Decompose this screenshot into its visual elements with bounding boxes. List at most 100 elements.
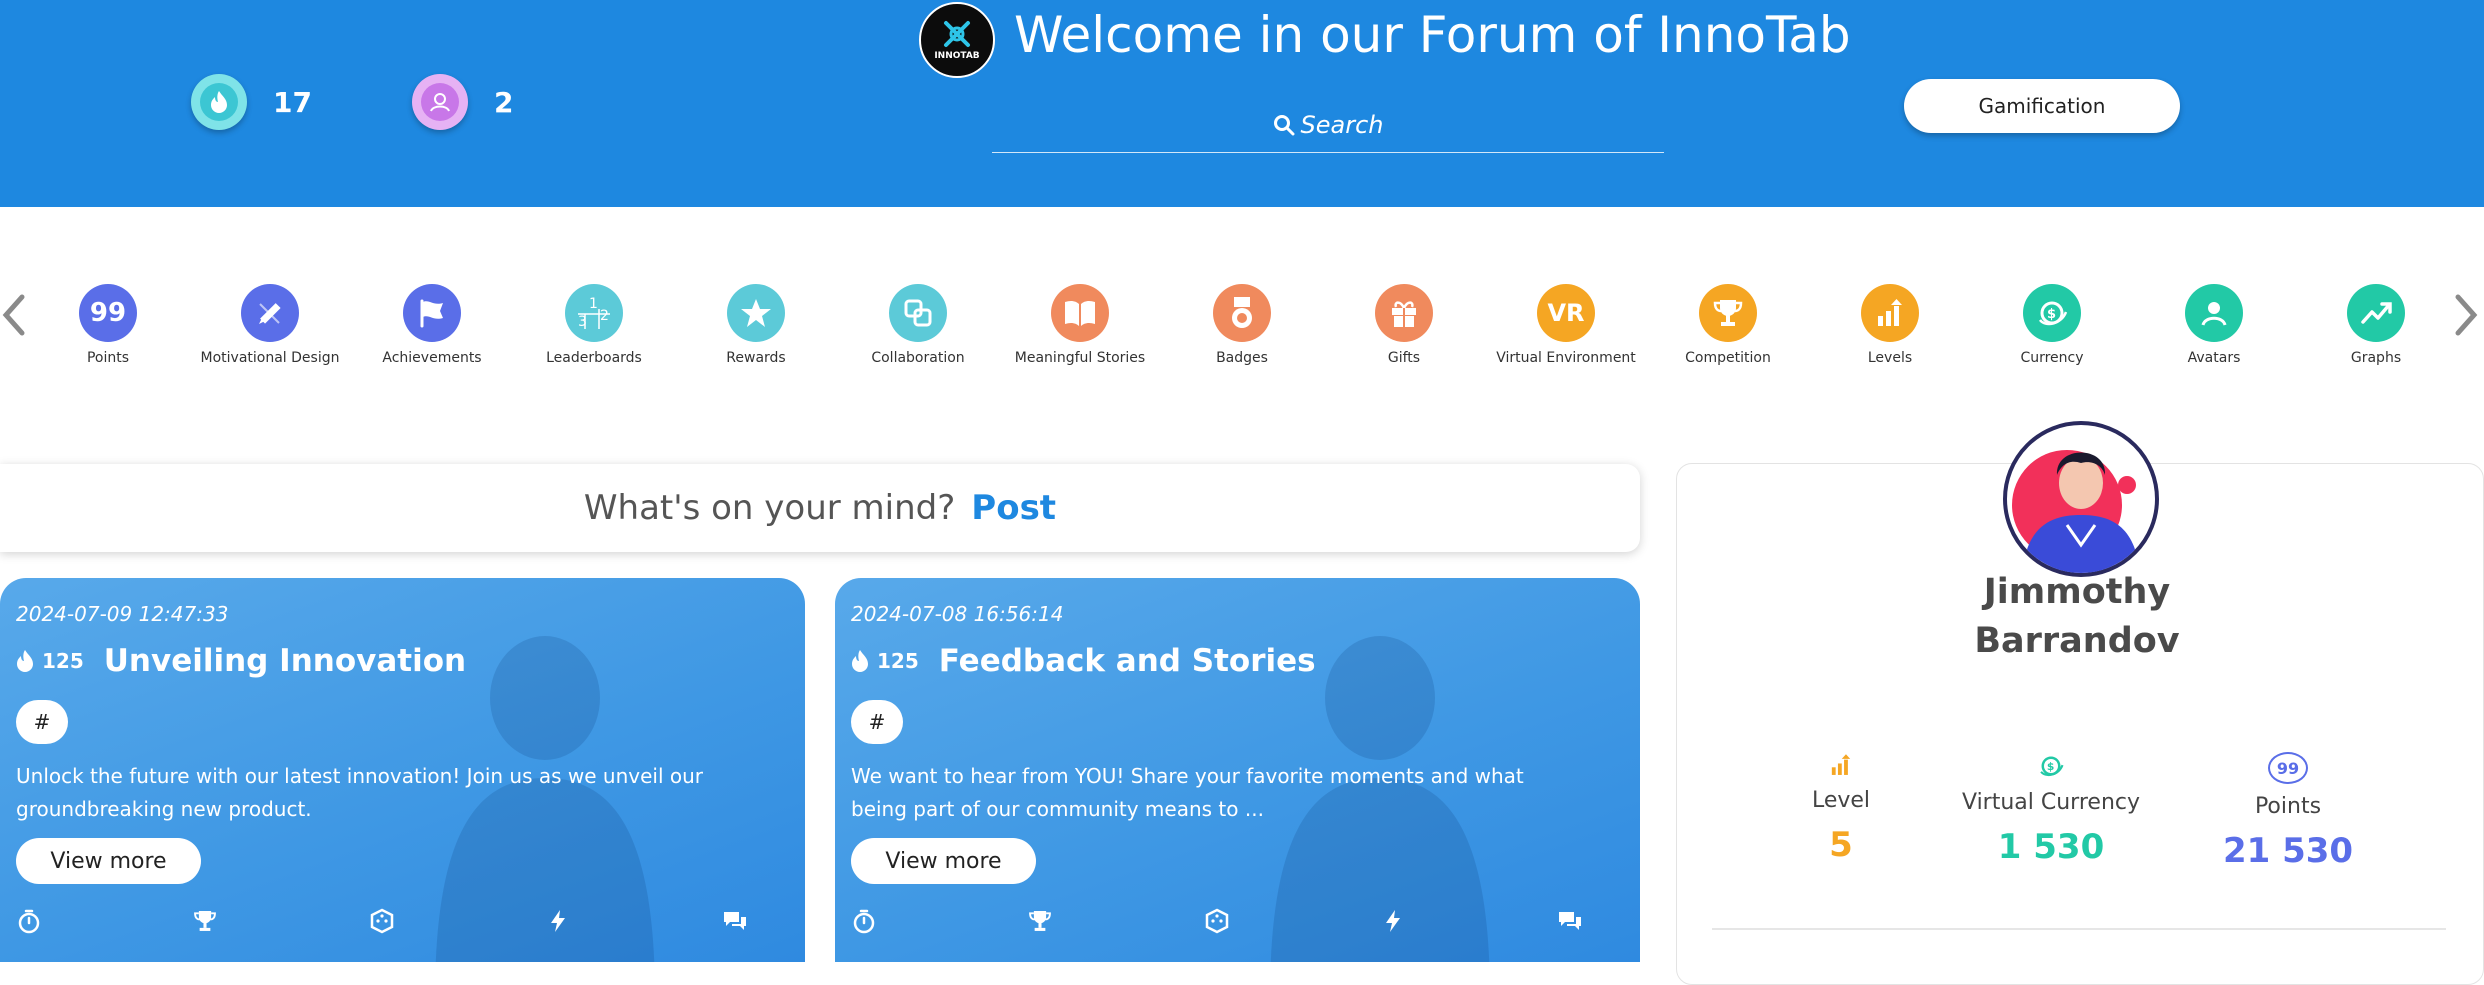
avatar-icon — [2185, 284, 2243, 342]
badge-icon — [1213, 284, 1271, 342]
flame-stat-value: 17 — [273, 85, 312, 119]
forum-header: 17 2 INNOTAB Welcome in our Forum of Inn… — [0, 0, 2484, 207]
category-meaningful-stories[interactable]: Meaningful Stories — [1000, 284, 1160, 366]
dice-icon[interactable] — [369, 908, 395, 934]
chevron-left-icon — [2, 294, 25, 336]
flag-icon — [403, 284, 461, 342]
carousel-next-button[interactable] — [2452, 290, 2480, 340]
user-badge-icon[interactable] — [412, 74, 468, 130]
profile-first-name: Jimmothy — [1983, 572, 2171, 612]
category-rewards[interactable]: Rewards — [676, 284, 836, 366]
post-likes: 125 — [42, 649, 84, 673]
lightning-icon[interactable] — [1380, 908, 1406, 934]
post-title[interactable]: Feedback and Stories — [939, 643, 1316, 679]
lightning-icon[interactable] — [545, 908, 571, 934]
category-virtual-environment[interactable]: VR Virtual Environment — [1486, 284, 1646, 366]
category-currency[interactable]: $ Currency — [1972, 284, 2132, 366]
stat-label: Virtual Currency — [1962, 790, 2140, 815]
flame-icon[interactable] — [849, 649, 871, 673]
post-actions — [851, 908, 1584, 934]
trophy-icon[interactable] — [1027, 908, 1053, 934]
stopwatch-icon[interactable] — [16, 908, 42, 934]
category-levels[interactable]: Levels — [1810, 284, 1970, 366]
carousel-prev-button[interactable] — [0, 290, 28, 340]
category-label: Leaderboards — [546, 350, 642, 366]
chevron-right-icon — [2455, 294, 2478, 336]
post-date: 2024-07-08 16:56:14 — [851, 602, 1064, 626]
post-title[interactable]: Unveiling Innovation — [104, 643, 466, 679]
post-button[interactable]: Post — [971, 488, 1056, 528]
view-more-button[interactable]: View more — [851, 838, 1036, 884]
category-avatars[interactable]: Avatars — [2134, 284, 2294, 366]
hashtag-button[interactable]: # — [16, 700, 68, 744]
category-label: Meaningful Stories — [1014, 350, 1146, 366]
category-gifts[interactable]: Gifts — [1324, 284, 1484, 366]
chat-icon[interactable] — [721, 908, 749, 934]
gift-icon — [1375, 284, 1433, 342]
post-description: We want to hear from YOU! Share your fav… — [851, 764, 1524, 821]
post-likes: 125 — [877, 649, 919, 673]
levels-icon — [1861, 284, 1919, 342]
category-competition[interactable]: Competition — [1648, 284, 1808, 366]
svg-text:$: $ — [2047, 307, 2056, 322]
category-label: Gifts — [1387, 350, 1421, 366]
search-icon — [1273, 115, 1294, 136]
innotab-logo[interactable]: INNOTAB — [919, 2, 995, 78]
category-label: Levels — [1867, 350, 1913, 366]
flame-icon[interactable] — [191, 74, 247, 130]
user-stat: 2 — [412, 74, 513, 130]
category-leaderboards[interactable]: 132 Leaderboards — [514, 284, 674, 366]
category-motivational-design[interactable]: Motivational Design — [190, 284, 350, 366]
svg-text:2: 2 — [600, 308, 609, 324]
trophy-icon — [1699, 284, 1757, 342]
stat-label: Level — [1811, 788, 1871, 813]
post-card[interactable]: 2024-07-08 16:56:14 125 Feedback and Sto… — [835, 578, 1640, 962]
category-label: Badges — [1216, 350, 1268, 366]
graph-icon — [2347, 284, 2405, 342]
category-label: Collaboration — [871, 350, 965, 366]
category-label: Rewards — [726, 350, 786, 366]
category-label: Points — [86, 350, 130, 366]
ranking-icon: 132 — [565, 284, 623, 342]
view-more-button[interactable]: View more — [16, 838, 201, 884]
post-description: Unlock the future with our latest innova… — [16, 764, 704, 821]
book-icon — [1051, 284, 1109, 342]
search-placeholder: Search — [1300, 111, 1384, 139]
flame-icon[interactable] — [14, 649, 36, 673]
post-composer[interactable]: What's on your mind? Post — [0, 464, 1640, 552]
stopwatch-icon[interactable] — [851, 908, 877, 934]
collaboration-icon — [889, 284, 947, 342]
chat-icon[interactable] — [1556, 908, 1584, 934]
category-label: Motivational Design — [200, 350, 340, 366]
vr-icon: VR — [1537, 284, 1595, 342]
profile-stat-level: Level 5 — [1731, 752, 1951, 865]
stat-label: Points — [2254, 794, 2322, 819]
category-label: Avatars — [2187, 350, 2241, 366]
search-input[interactable]: Search — [992, 98, 1664, 153]
category-label: Competition — [1685, 350, 1771, 366]
levels-icon — [1831, 754, 1851, 775]
profile-name: Jimmothy Barrandov — [1926, 568, 2228, 666]
category-achievements[interactable]: Achievements — [352, 284, 512, 366]
svg-text:$: $ — [2047, 760, 2054, 773]
avatar[interactable] — [2003, 421, 2159, 577]
points-99-icon: 99 — [79, 284, 137, 342]
pencil-ruler-icon — [241, 284, 299, 342]
hashtag-button[interactable]: # — [851, 700, 903, 744]
post-card[interactable]: 2024-07-09 12:47:33 125 Unveiling Innova… — [0, 578, 805, 962]
category-badges[interactable]: Badges — [1162, 284, 1322, 366]
category-label: Graphs — [2350, 350, 2402, 366]
category-graphs[interactable]: Graphs — [2296, 284, 2456, 366]
composer-prompt: What's on your mind? — [583, 488, 956, 528]
post-actions — [16, 908, 749, 934]
page-title: Welcome in our Forum of InnoTab — [1014, 6, 1851, 64]
category-collaboration[interactable]: Collaboration — [838, 284, 998, 366]
post-title-row: 125 Unveiling Innovation — [14, 643, 466, 679]
dice-icon[interactable] — [1204, 908, 1230, 934]
category-label: Achievements — [382, 350, 482, 366]
gamification-button[interactable]: Gamification — [1904, 79, 2180, 133]
trophy-icon[interactable] — [192, 908, 218, 934]
category-points[interactable]: 99 Points — [28, 284, 188, 366]
profile-stat-virtual-currency: $ Virtual Currency 1 530 — [1941, 752, 2161, 867]
profile-stat-points: 99 Points 21 530 — [2178, 752, 2398, 871]
